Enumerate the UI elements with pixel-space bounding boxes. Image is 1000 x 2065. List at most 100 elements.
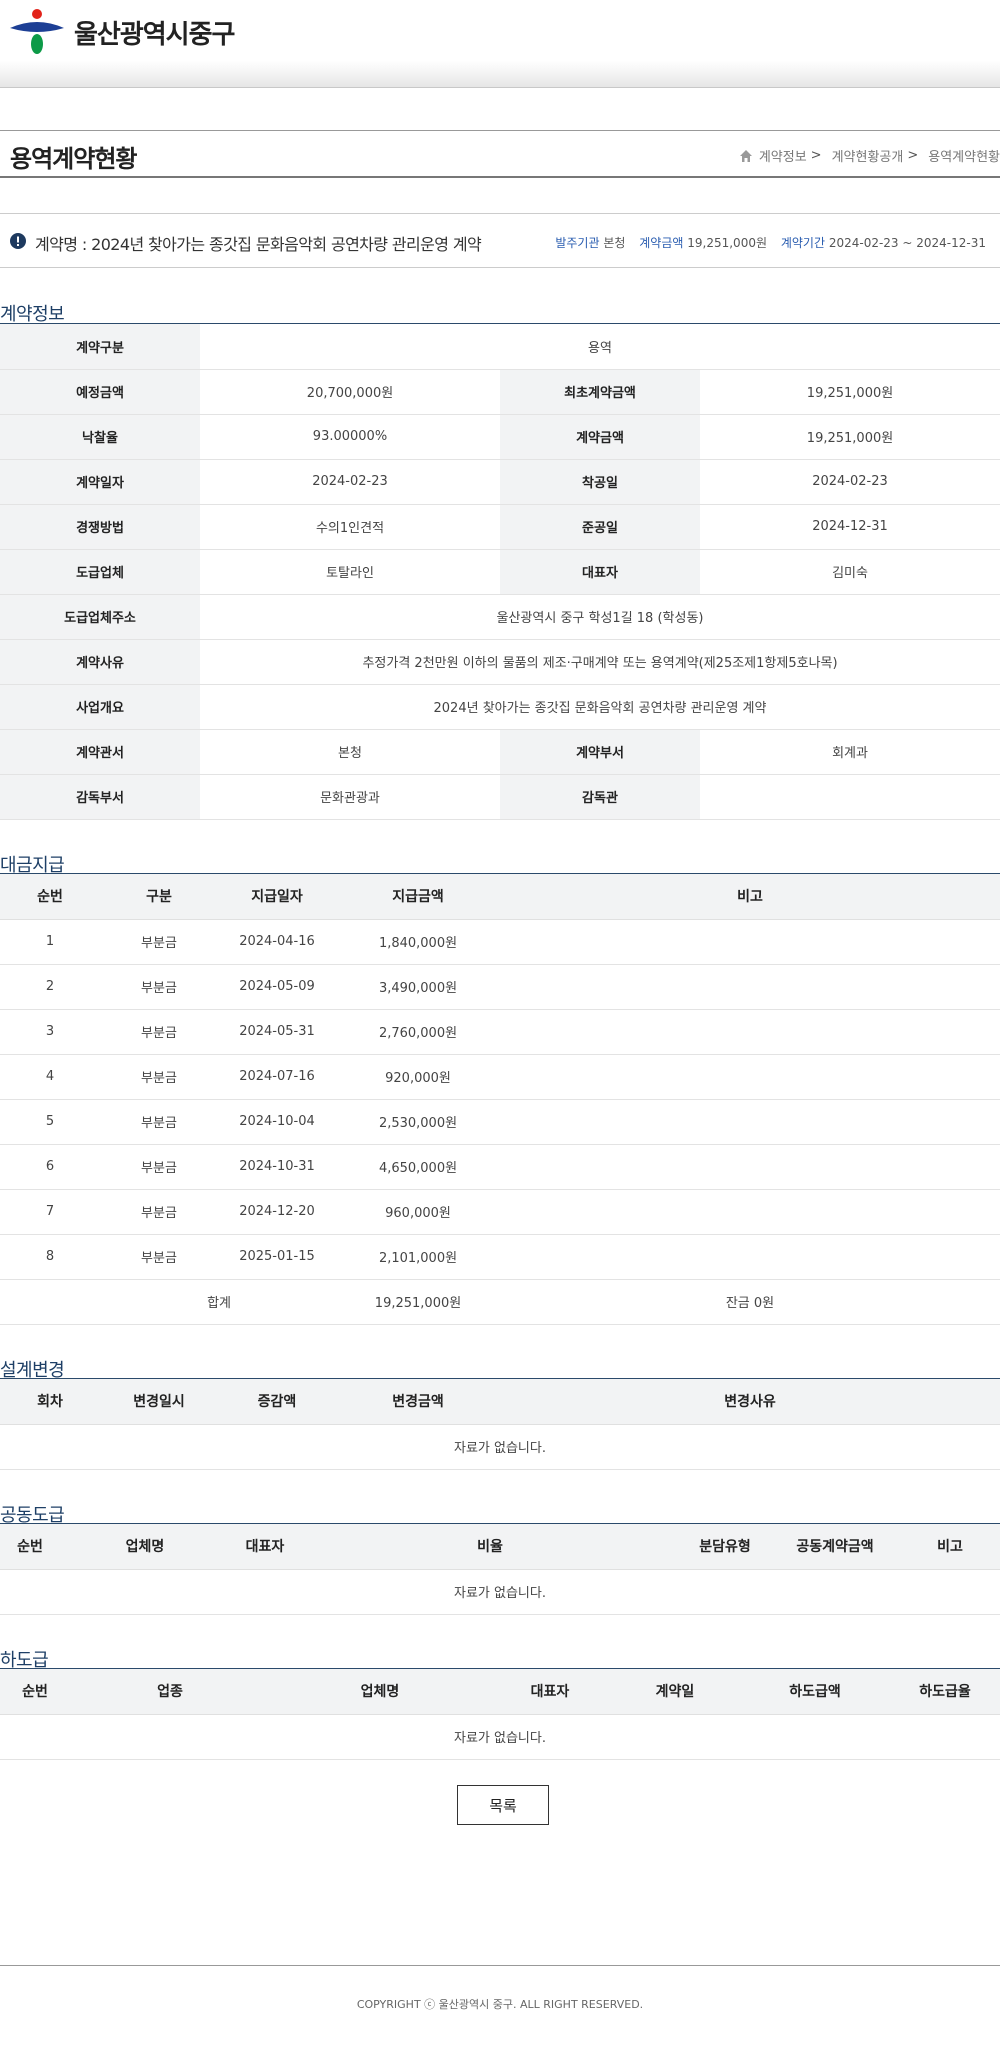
column-header: 대표자: [230, 1524, 300, 1570]
contract-date-label: 계약일자: [0, 459, 200, 505]
supervising-dept-value: 문화관광과: [200, 774, 500, 820]
table-header-row: 순번 업체명 대표자 비율 분담유형 공동계약금액 비고: [0, 1524, 1000, 1570]
column-header: 계약일: [610, 1669, 740, 1715]
table-row: 1 부분금 2024-04-16 1,840,000원: [0, 919, 1000, 965]
estimated-amount-label: 예정금액: [0, 369, 200, 415]
table-cell: 2024-05-09: [218, 964, 336, 1010]
home-icon[interactable]: [739, 149, 753, 163]
empty-message: 자료가 없습니다.: [0, 1714, 1000, 1760]
table-row: 8 부분금 2025-01-15 2,101,000원: [0, 1234, 1000, 1280]
empty-row: 자료가 없습니다.: [0, 1569, 1000, 1615]
table-cell: 2024-10-04: [218, 1099, 336, 1145]
joint-contract-table: 순번 업체명 대표자 비율 분담유형 공동계약금액 비고 자료가 없습니다.: [0, 1524, 1000, 1615]
table-cell: 2,101,000원: [336, 1234, 500, 1280]
period-value: 2024-02-23 ~ 2024-12-31: [828, 236, 986, 250]
column-header: 비율: [300, 1524, 680, 1570]
table-cell: 3,490,000원: [336, 964, 500, 1010]
table-row: 계약구분 용역: [0, 324, 1000, 370]
jung-gu-emblem-icon: [10, 9, 64, 54]
bid-method-value: 수의1인견적: [200, 504, 500, 550]
contract-type-value: 용역: [200, 324, 1000, 370]
column-header: 대표자: [490, 1669, 610, 1715]
table-cell: 2,530,000원: [336, 1099, 500, 1145]
supervisor-label: 감독관: [500, 774, 700, 820]
column-header: 회차: [0, 1379, 100, 1425]
table-cell: 1,840,000원: [336, 919, 500, 965]
table-cell: 3: [0, 1009, 100, 1055]
table-header-row: 순번 업종 업체명 대표자 계약일 하도급액 하도급율: [0, 1669, 1000, 1715]
start-date-label: 착공일: [500, 459, 700, 505]
contract-dept-label: 계약부서: [500, 729, 700, 775]
empty-row: 자료가 없습니다.: [0, 1424, 1000, 1470]
table-row: 계약관서 본청 계약부서 회계과: [0, 729, 1000, 775]
empty-row: 자료가 없습니다.: [0, 1714, 1000, 1760]
table-cell: [500, 1144, 1000, 1190]
contract-dept-value: 회계과: [700, 729, 1000, 775]
table-row: 감독부서 문화관광과 감독관: [0, 774, 1000, 820]
table-cell: [500, 964, 1000, 1010]
amount-value: 19,251,000원: [687, 236, 767, 250]
period-label: 계약기간: [780, 236, 825, 250]
table-cell: 부분금: [100, 919, 218, 965]
contract-summary: 계약명 : 2024년 찾아가는 종갓집 문화음악회 공연차량 관리운영 계약 …: [0, 213, 1000, 268]
breadcrumb-item-contract-disclosure[interactable]: 계약현황공개: [832, 146, 904, 165]
table-row: 도급업체 토탈라인 대표자 김미숙: [0, 549, 1000, 595]
representative-label: 대표자: [500, 549, 700, 595]
table-cell: [500, 1234, 1000, 1280]
initial-amount-label: 최초계약금액: [500, 369, 700, 415]
title-bar: 용역계약현황 계약정보 > 계약현황공개 > 용역계약현황: [0, 130, 1000, 178]
breadcrumb-separator: >: [907, 148, 919, 163]
bid-method-label: 경쟁방법: [0, 504, 200, 550]
contractor-address-label: 도급업체주소: [0, 594, 200, 640]
site-logo[interactable]: 울산광역시중구: [8, 8, 235, 56]
initial-amount-value: 19,251,000원: [700, 369, 1000, 415]
table-cell: 1: [0, 919, 100, 965]
bid-rate-label: 낙찰율: [0, 414, 200, 460]
column-header: 변경일시: [100, 1379, 218, 1425]
table-cell: 2,760,000원: [336, 1009, 500, 1055]
breadcrumb-item-service-contract[interactable]: 용역계약현황: [928, 146, 1000, 165]
table-cell: 2024-05-31: [218, 1009, 336, 1055]
table-cell: 5: [0, 1099, 100, 1145]
table-row: 도급업체주소 울산광역시 중구 학성1길 18 (학성동): [0, 594, 1000, 640]
contract-type-label: 계약구분: [0, 324, 200, 370]
table-header-row: 순번 구분 지급일자 지급금액 비고: [0, 874, 1000, 920]
column-header: 지급일자: [218, 874, 336, 920]
breadcrumb-item-contract-info[interactable]: 계약정보: [759, 146, 807, 165]
table-cell: 부분금: [100, 1009, 218, 1055]
table-cell: 2024-07-16: [218, 1054, 336, 1100]
finish-date-value: 2024-12-31: [700, 504, 1000, 550]
table-cell: 8: [0, 1234, 100, 1280]
column-header: 업체명: [60, 1524, 230, 1570]
table-row: 계약일자 2024-02-23 착공일 2024-02-23: [0, 459, 1000, 505]
estimated-amount-value: 20,700,000원: [200, 369, 500, 415]
table-cell: 부분금: [100, 1054, 218, 1100]
table-row: 3 부분금 2024-05-31 2,760,000원: [0, 1009, 1000, 1055]
table-cell: 920,000원: [336, 1054, 500, 1100]
table-cell: 4,650,000원: [336, 1144, 500, 1190]
list-button[interactable]: 목록: [457, 1785, 549, 1825]
column-header: 순번: [0, 874, 100, 920]
table-cell: 부분금: [100, 1099, 218, 1145]
breadcrumb: 계약정보 > 계약현황공개 > 용역계약현황: [739, 146, 1000, 165]
column-header: 하도급액: [740, 1669, 890, 1715]
project-overview-label: 사업개요: [0, 684, 200, 730]
table-cell: 부분금: [100, 1234, 218, 1280]
table-cell: 960,000원: [336, 1189, 500, 1235]
empty-message: 자료가 없습니다.: [0, 1569, 1000, 1615]
table-row: 경쟁방법 수의1인견적 준공일 2024-12-31: [0, 504, 1000, 550]
contract-date-value: 2024-02-23: [200, 459, 500, 505]
contract-office-value: 본청: [200, 729, 500, 775]
logo-text: 울산광역시중구: [74, 19, 235, 50]
footer: COPYRIGHT ⓒ 울산광역시 중구. ALL RIGHT RESERVED…: [0, 1965, 1000, 2065]
contractor-label: 도급업체: [0, 549, 200, 595]
payments-table: 순번 구분 지급일자 지급금액 비고 1 부분금 2024-04-16 1,840,0…: [0, 874, 1000, 1325]
total-value: 19,251,000원: [336, 1279, 500, 1325]
table-cell: [500, 1054, 1000, 1100]
column-header: 비고: [900, 1524, 1000, 1570]
column-header: 공동계약금액: [770, 1524, 900, 1570]
exclamation-icon: [10, 233, 26, 249]
table-cell: 2024-12-20: [218, 1189, 336, 1235]
column-header: 업체명: [270, 1669, 490, 1715]
org-label: 발주기관: [555, 236, 600, 250]
